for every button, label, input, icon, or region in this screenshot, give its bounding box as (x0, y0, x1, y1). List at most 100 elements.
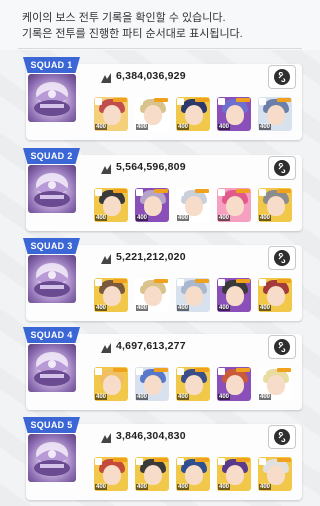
boss-portrait (28, 165, 76, 213)
class-icon (95, 189, 102, 196)
character-portrait[interactable]: 400 (94, 457, 128, 491)
character-portrait[interactable]: 400 (217, 97, 251, 131)
character-portrait[interactable]: 400 (217, 457, 251, 491)
rank-stars (113, 458, 127, 462)
rank-stars (277, 98, 291, 102)
character-portrait[interactable]: 400 (135, 97, 169, 131)
character-portrait[interactable]: 400 (135, 188, 169, 222)
squad-card: SQUAD 1 6,384,036,929 400 400 400 400 400 (23, 57, 302, 140)
boss-portrait (28, 344, 76, 392)
link-icon (274, 69, 290, 85)
class-icon (95, 279, 102, 286)
damage-icon (100, 341, 112, 353)
class-icon (218, 98, 225, 105)
character-portrait[interactable]: 400 (94, 278, 128, 312)
boss-portrait (28, 74, 76, 122)
character-portrait[interactable]: 400 (176, 457, 210, 491)
squad-members: 400 400 400 400 400 (94, 367, 300, 403)
class-icon (136, 458, 143, 465)
squad-members: 400 400 400 400 400 (94, 278, 300, 314)
damage-icon (100, 431, 112, 443)
class-icon (218, 368, 225, 375)
class-icon (218, 458, 225, 465)
character-level: 400 (136, 215, 149, 221)
damage-icon (100, 71, 112, 83)
share-link-button[interactable] (268, 65, 296, 89)
character-level: 400 (95, 124, 108, 130)
character-level: 400 (177, 215, 190, 221)
rank-stars (113, 279, 127, 283)
share-link-button[interactable] (268, 246, 296, 270)
character-portrait[interactable]: 400 (176, 278, 210, 312)
class-icon (259, 189, 266, 196)
rank-stars (154, 98, 168, 102)
character-portrait[interactable]: 400 (217, 188, 251, 222)
class-icon (177, 189, 184, 196)
share-link-button[interactable] (268, 335, 296, 359)
squad-card: SQUAD 5 3,846,304,830 400 400 400 400 400 (23, 417, 302, 500)
character-portrait[interactable]: 400 (217, 278, 251, 312)
rank-stars (277, 458, 291, 462)
class-icon (136, 189, 143, 196)
character-level: 400 (218, 124, 231, 130)
header: 케이의 보스 전투 기록을 확인할 수 있습니다. 기록은 전투를 진행한 파티… (0, 0, 320, 50)
character-portrait[interactable]: 400 (135, 457, 169, 491)
squad-members: 400 400 400 400 400 (94, 188, 300, 224)
class-icon (218, 189, 225, 196)
character-level: 400 (136, 305, 149, 311)
class-icon (259, 98, 266, 105)
link-icon (274, 160, 290, 176)
character-level: 400 (177, 124, 190, 130)
character-portrait[interactable]: 400 (94, 97, 128, 131)
character-portrait[interactable]: 400 (94, 367, 128, 401)
character-portrait[interactable]: 400 (176, 97, 210, 131)
class-icon (177, 458, 184, 465)
rank-stars (195, 368, 209, 372)
link-icon (274, 429, 290, 445)
character-level: 400 (95, 484, 108, 490)
squad-label: SQUAD 2 (23, 148, 80, 164)
damage-icon (100, 162, 112, 174)
rank-stars (195, 458, 209, 462)
character-level: 400 (95, 394, 108, 400)
squad-label: SQUAD 3 (23, 238, 80, 254)
damage-icon (100, 252, 112, 264)
character-portrait[interactable]: 400 (176, 367, 210, 401)
rank-stars (277, 368, 291, 372)
character-portrait[interactable]: 400 (258, 278, 292, 312)
character-level: 400 (177, 394, 190, 400)
character-portrait[interactable]: 400 (135, 367, 169, 401)
share-link-button[interactable] (268, 156, 296, 180)
character-portrait[interactable]: 400 (258, 188, 292, 222)
boss-record-panel: 케이의 보스 전투 기록을 확인할 수 있습니다. 기록은 전투를 진행한 파티… (0, 0, 320, 506)
character-level: 400 (259, 124, 272, 130)
class-icon (259, 279, 266, 286)
share-link-button[interactable] (268, 425, 296, 449)
character-portrait[interactable]: 400 (258, 457, 292, 491)
squad-members: 400 400 400 400 400 (94, 97, 300, 133)
character-level: 400 (136, 484, 149, 490)
rank-stars (236, 368, 250, 372)
character-portrait[interactable]: 400 (176, 188, 210, 222)
rank-stars (236, 189, 250, 193)
boss-portrait (28, 434, 76, 482)
character-level: 400 (218, 484, 231, 490)
squad-members: 400 400 400 400 400 (94, 457, 300, 493)
character-portrait[interactable]: 400 (258, 97, 292, 131)
class-icon (259, 368, 266, 375)
character-portrait[interactable]: 400 (135, 278, 169, 312)
squad-label: SQUAD 5 (23, 417, 80, 433)
character-portrait[interactable]: 400 (258, 367, 292, 401)
rank-stars (277, 189, 291, 193)
squad-card: SQUAD 3 5,221,212,020 400 400 400 400 400 (23, 238, 302, 321)
link-icon (274, 250, 290, 266)
squad-label: SQUAD 1 (23, 57, 80, 73)
character-portrait[interactable]: 400 (94, 188, 128, 222)
rank-stars (113, 98, 127, 102)
character-level: 400 (218, 305, 231, 311)
character-portrait[interactable]: 400 (217, 367, 251, 401)
rank-stars (195, 189, 209, 193)
rank-stars (154, 458, 168, 462)
rank-stars (113, 368, 127, 372)
rank-stars (154, 279, 168, 283)
